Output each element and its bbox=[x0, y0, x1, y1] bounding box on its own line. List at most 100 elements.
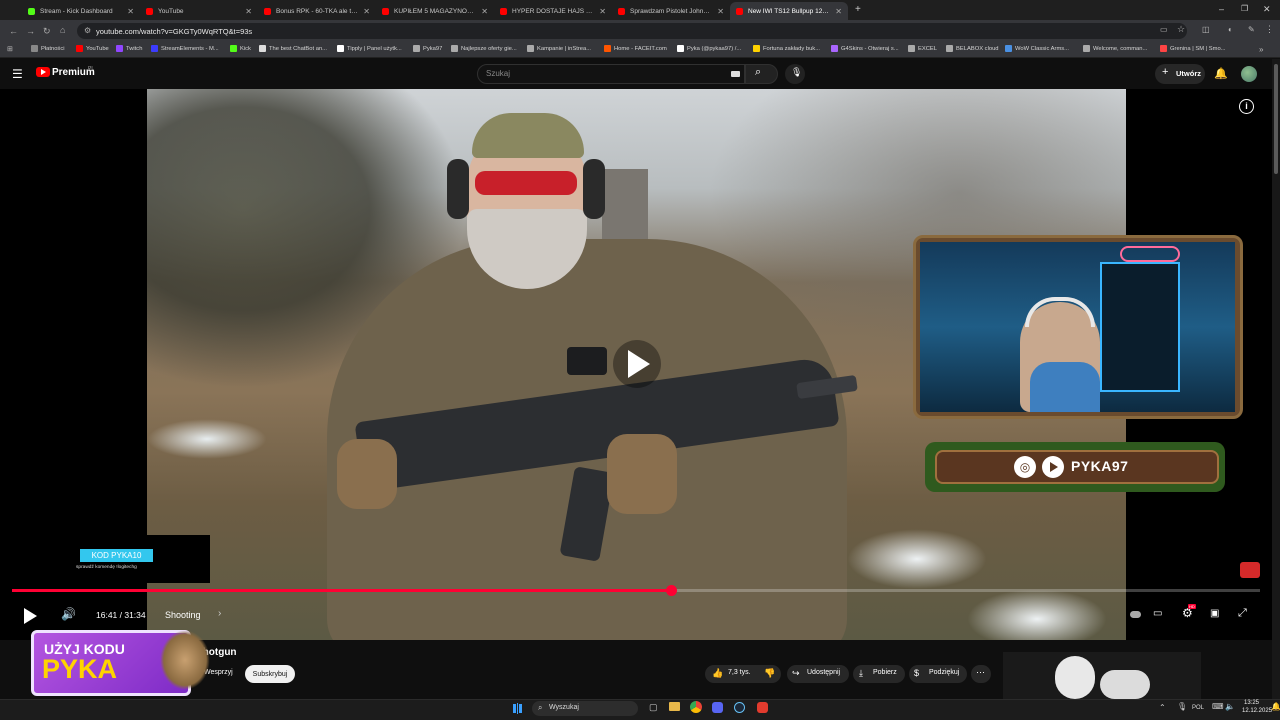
search-button[interactable] bbox=[745, 64, 778, 84]
youtube-logo-icon[interactable] bbox=[36, 67, 50, 77]
forward-icon[interactable]: → bbox=[26, 26, 35, 36]
avatar[interactable] bbox=[1241, 66, 1257, 82]
browser-tab[interactable]: KUPIŁEM 5 MAGAZYNÓW I ZA ✕ bbox=[376, 2, 494, 20]
home-icon[interactable]: ⌂ bbox=[60, 25, 65, 35]
bookmarks-more-icon[interactable]: » bbox=[1259, 45, 1263, 54]
theater-mode-icon[interactable]: ▣ bbox=[1210, 608, 1219, 619]
like-icon[interactable]: 👍 bbox=[712, 668, 723, 679]
bookmark-item[interactable]: Pyka (@pykaa97) /... bbox=[677, 45, 741, 52]
bookmark-item[interactable]: The best ChatBot an... bbox=[259, 45, 327, 52]
instagram-icon: ◎ bbox=[1014, 456, 1036, 478]
bookmark-item[interactable]: Home - FACEIT.com bbox=[604, 45, 667, 52]
bookmark-item[interactable]: Kick bbox=[230, 45, 251, 52]
close-window-icon[interactable]: ✕ bbox=[1263, 4, 1271, 15]
keyboard-icon[interactable] bbox=[731, 71, 740, 77]
notifications-bell-icon[interactable]: 🔔 bbox=[1214, 67, 1228, 80]
tray-chevron-icon[interactable]: ⌃ bbox=[1159, 703, 1166, 712]
info-icon[interactable]: i bbox=[1239, 99, 1254, 114]
bookmark-item[interactable]: Pyka97 bbox=[413, 45, 442, 52]
volume-icon[interactable]: 🔊 bbox=[61, 607, 76, 621]
play-button-icon[interactable] bbox=[24, 608, 37, 624]
task-view-icon[interactable]: ▢ bbox=[649, 702, 658, 713]
fullscreen-icon[interactable]: ⤢ bbox=[1238, 607, 1247, 620]
minimize-icon[interactable]: – bbox=[1219, 4, 1224, 14]
bookmark-label: Kick bbox=[240, 45, 251, 52]
profile-edit-icon[interactable]: ✎ bbox=[1248, 25, 1255, 34]
chrome-icon[interactable] bbox=[690, 701, 702, 713]
bookmark-item[interactable]: WoW Classic Arms... bbox=[1005, 45, 1069, 52]
app-icon[interactable] bbox=[757, 702, 768, 713]
bookmark-item[interactable]: G4Skins - Otwieraj s... bbox=[831, 45, 899, 52]
tab-close-icon[interactable]: ✕ bbox=[481, 7, 488, 16]
clock-time[interactable]: 13:25 bbox=[1244, 700, 1259, 706]
extensions-icon[interactable]: ◫ bbox=[1202, 25, 1210, 34]
browser-tab[interactable]: YouTube ✕ bbox=[140, 2, 258, 20]
bookmark-item[interactable]: Fortuna zakłady buk... bbox=[753, 45, 820, 52]
taskbar-search-icon: ⌕ bbox=[538, 703, 543, 712]
browser-tab[interactable]: Sprawdzam Pistolet Johna Wi ✕ bbox=[612, 2, 730, 20]
bookmark-item[interactable]: Welcome, comman... bbox=[1083, 45, 1147, 52]
scrollbar-thumb[interactable] bbox=[1274, 64, 1278, 174]
tab-close-icon[interactable]: ✕ bbox=[835, 7, 842, 16]
tab-title: Stream - Kick Dashboard bbox=[40, 7, 113, 15]
tab-close-icon[interactable]: ✕ bbox=[245, 7, 252, 16]
menu-kebab-icon[interactable]: ⋮ bbox=[1265, 24, 1274, 35]
bookmark-label: Grenina | SM | Smo... bbox=[1170, 45, 1226, 52]
thanks-icon: $ bbox=[914, 668, 920, 678]
new-tab-icon[interactable]: + bbox=[855, 4, 861, 15]
tab-close-icon[interactable]: ✕ bbox=[127, 7, 134, 16]
dislike-icon[interactable]: 👎 bbox=[764, 668, 775, 679]
bookmark-item[interactable]: BELABOX cloud bbox=[946, 45, 999, 52]
progress-scrubber[interactable] bbox=[666, 585, 677, 596]
tab-title: Sprawdzam Pistolet Johna Wi bbox=[630, 7, 714, 15]
windows-start-icon[interactable] bbox=[512, 703, 523, 714]
tab-close-icon[interactable]: ✕ bbox=[599, 7, 606, 16]
file-explorer-icon[interactable] bbox=[669, 702, 680, 711]
notification-center-icon[interactable]: 🔔 bbox=[1271, 702, 1280, 711]
bookmark-item[interactable]: Płatności bbox=[31, 45, 65, 52]
bookmark-item[interactable]: Tipply | Panel użytk... bbox=[337, 45, 402, 52]
hamburger-menu-icon[interactable]: ☰ bbox=[12, 67, 23, 81]
site-info-icon[interactable]: ⚙ bbox=[84, 26, 91, 35]
steam-icon[interactable] bbox=[734, 702, 745, 713]
bookmark-favicon-icon bbox=[230, 45, 237, 52]
autoplay-toggle[interactable] bbox=[1130, 611, 1141, 618]
subscribe-watermark-icon[interactable] bbox=[1240, 562, 1260, 578]
back-icon[interactable]: ← bbox=[9, 26, 18, 36]
headphones bbox=[1025, 297, 1095, 327]
bookmark-item[interactable]: Najlepsze oferty gie... bbox=[451, 45, 517, 52]
bookmark-label: Pyka (@pykaa97) /... bbox=[687, 45, 742, 52]
apps-grid-icon[interactable]: ⊞ bbox=[7, 45, 13, 53]
language-indicator[interactable]: POL bbox=[1192, 705, 1204, 711]
chapter-title[interactable]: Shooting bbox=[165, 610, 201, 620]
bookmark-item[interactable]: YouTube bbox=[76, 45, 109, 52]
discord-icon[interactable] bbox=[712, 702, 723, 713]
reload-icon[interactable]: ↻ bbox=[43, 26, 51, 37]
volume-tray-icon[interactable]: 🔈 bbox=[1225, 702, 1235, 711]
browser-tab[interactable]: Stream - Kick Dashboard ✕ bbox=[22, 2, 140, 20]
chapter-chevron-icon[interactable]: › bbox=[218, 608, 221, 619]
subtitles-icon[interactable]: ▭ bbox=[1153, 608, 1162, 619]
tab-close-icon[interactable]: ✕ bbox=[717, 7, 724, 16]
download-icon: ⤓ bbox=[859, 668, 863, 678]
cast-icon[interactable]: ▭ bbox=[1160, 25, 1168, 34]
taskbar-search[interactable] bbox=[532, 701, 638, 716]
browser-tab[interactable]: New IWI TS12 Bullpup 12ga Sh ✕ bbox=[730, 2, 848, 20]
profile-icon[interactable]: ◐ bbox=[1228, 25, 1233, 34]
bookmark-favicon-icon bbox=[677, 45, 684, 52]
network-icon[interactable]: ⌨ bbox=[1212, 702, 1224, 711]
browser-tab[interactable]: HYPER DOSTAJE HAJS OD FALL✕ bbox=[494, 2, 612, 20]
tab-close-icon[interactable]: ✕ bbox=[363, 7, 370, 16]
clock-date[interactable]: 12.12.2025 bbox=[1242, 708, 1272, 714]
bookmark-item[interactable]: EXCEL bbox=[908, 45, 937, 52]
maximize-icon[interactable]: ❐ bbox=[1241, 4, 1248, 13]
subscribe-button[interactable]: Subskrybuj bbox=[245, 665, 295, 683]
bookmark-item[interactable]: StreamElements - M... bbox=[151, 45, 219, 52]
bookmark-item[interactable]: Twitch bbox=[116, 45, 142, 52]
bookmark-item[interactable]: Grenina | SM | Smo... bbox=[1160, 45, 1226, 52]
browser-tab[interactable]: Bonus RPK - 60-TKA ale to LAS ✕ bbox=[258, 2, 376, 20]
bookmark-star-icon[interactable]: ☆ bbox=[1177, 24, 1185, 35]
tray-mic-icon[interactable]: 🎙 bbox=[1177, 702, 1187, 711]
bookmark-item[interactable]: Kampanie | inStrea... bbox=[527, 45, 591, 52]
search-input[interactable] bbox=[477, 64, 745, 84]
